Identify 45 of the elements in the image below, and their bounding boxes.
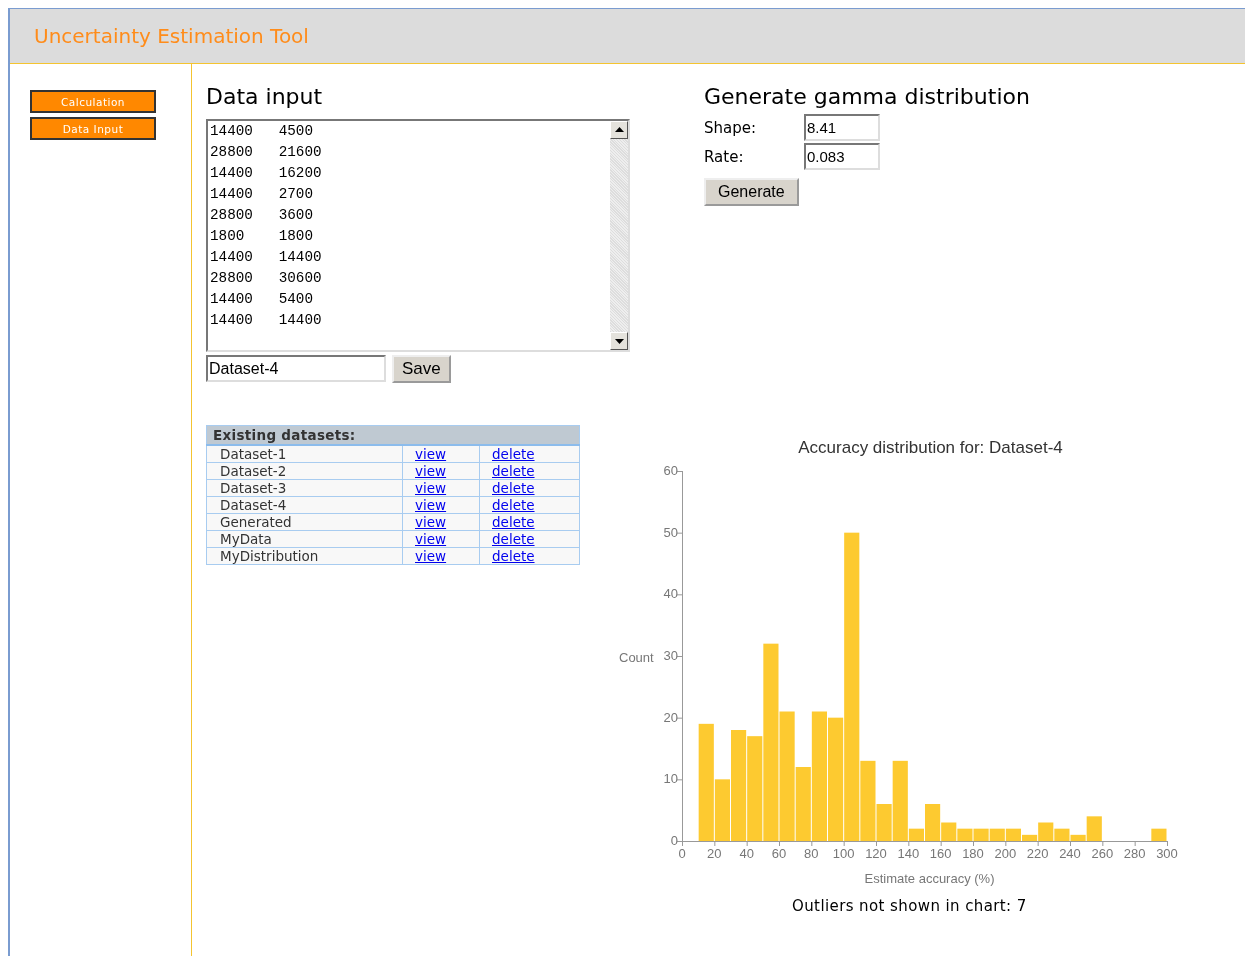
tick-label: 10 bbox=[663, 771, 678, 787]
app-title: Uncertainty Estimation Tool bbox=[34, 24, 309, 48]
table-header: Existing datasets: bbox=[206, 425, 580, 445]
save-button[interactable]: Save bbox=[392, 355, 451, 383]
scroll-up-icon[interactable] bbox=[610, 121, 628, 139]
outliers-note: Outliers not shown in chart: 7 bbox=[792, 897, 1027, 915]
chart-title: Accuracy distribution for: Dataset-4 bbox=[798, 438, 1063, 457]
tick-label: 20 bbox=[663, 709, 678, 725]
tick-label: 280 bbox=[1123, 846, 1146, 861]
tick-label: 200 bbox=[994, 846, 1017, 861]
scroll-down-icon[interactable] bbox=[610, 332, 628, 350]
field-label: Shape: bbox=[704, 118, 758, 137]
tick-label: 220 bbox=[1026, 846, 1049, 861]
data-textarea[interactable]: 14400 4500 28800 21600 14400 16200 14400 2700 28800 3600 1800 1800 14400 14400 28800 30600 14400 5400 14400 14400 bbox=[206, 119, 630, 352]
scrollbar[interactable] bbox=[610, 121, 628, 350]
tick-label: 100 bbox=[832, 846, 855, 861]
tick-label: 40 bbox=[739, 846, 754, 861]
tick-label: 160 bbox=[929, 846, 952, 861]
section-title: Data input bbox=[206, 84, 323, 109]
field-label: Rate: bbox=[704, 147, 745, 166]
tick-label: 80 bbox=[804, 846, 819, 861]
tick-label: 40 bbox=[663, 586, 678, 602]
tick-label: 30 bbox=[663, 648, 678, 663]
tick-label: 0 bbox=[670, 833, 678, 848]
dataset-name-field[interactable]: Dataset-4 bbox=[206, 355, 386, 382]
tick-label: 0 bbox=[678, 846, 686, 861]
axis-label: Estimate accuracy (%) bbox=[864, 871, 995, 886]
tick-label: 260 bbox=[1091, 846, 1114, 861]
histogram-bar bbox=[989, 828, 1005, 841]
histogram-bar bbox=[1151, 828, 1167, 841]
histogram-bar bbox=[973, 828, 989, 841]
tick-label: 140 bbox=[897, 846, 920, 861]
tick-label: 20 bbox=[707, 846, 722, 861]
tick-label: 240 bbox=[1059, 846, 1081, 861]
number-field[interactable]: 0.083 bbox=[804, 143, 880, 170]
number-field[interactable]: 8.41 bbox=[804, 114, 880, 141]
tick-label: 60 bbox=[771, 846, 787, 861]
section-title: Generate gamma distribution bbox=[704, 84, 1030, 109]
tick-label: 60 bbox=[663, 463, 678, 478]
tick-label: 120 bbox=[865, 846, 887, 861]
tick-label: 50 bbox=[663, 524, 678, 540]
generate-button[interactable]: Generate bbox=[704, 178, 799, 206]
tick-label: 300 bbox=[1156, 846, 1178, 861]
axis-label: Count bbox=[619, 650, 654, 665]
tick-label: 180 bbox=[962, 846, 984, 861]
